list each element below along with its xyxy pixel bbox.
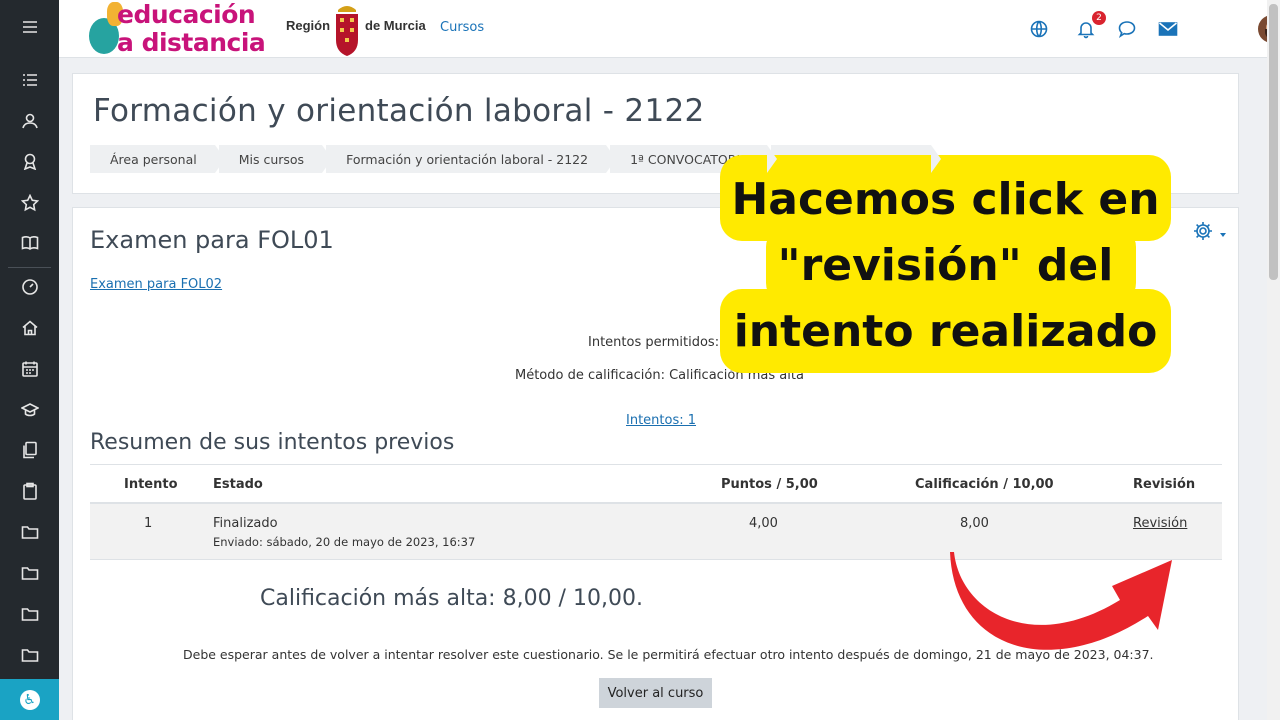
graduation-cap-icon[interactable] bbox=[0, 392, 59, 428]
accessibility-icon: ♿ bbox=[19, 689, 40, 710]
best-grade-text: Calificación más alta: 8,00 / 10,00. bbox=[260, 586, 643, 611]
folder-icon[interactable] bbox=[0, 637, 59, 673]
course-index-icon[interactable] bbox=[0, 62, 59, 98]
competencies-star-icon[interactable] bbox=[0, 185, 59, 221]
pointer-arrow-icon bbox=[950, 552, 1172, 650]
grades-book-icon[interactable] bbox=[0, 225, 59, 261]
files-icon[interactable] bbox=[0, 432, 59, 468]
folder-icon[interactable] bbox=[0, 555, 59, 591]
attempts-link[interactable]: Intentos: 1 bbox=[626, 413, 696, 428]
calendar-icon[interactable] bbox=[0, 351, 59, 387]
region-label-left: Región bbox=[286, 18, 331, 33]
mail-envelope-icon[interactable] bbox=[1158, 19, 1178, 39]
quiz-title: Examen para FOL01 bbox=[90, 226, 334, 254]
breadcrumb-item[interactable]: Formación y orientación laboral - 2122 bbox=[326, 145, 617, 173]
page-scrollbar[interactable] bbox=[1267, 0, 1280, 720]
column-header-review: Revisión bbox=[1133, 477, 1196, 492]
attempt-points: 4,00 bbox=[749, 516, 778, 531]
language-globe-icon[interactable] bbox=[1029, 19, 1049, 39]
menu-toggle-icon[interactable] bbox=[0, 9, 59, 45]
next-quiz-link[interactable]: Examen para FOL02 bbox=[90, 277, 222, 292]
breadcrumb-item[interactable]: Mis cursos bbox=[218, 145, 333, 173]
participants-icon[interactable] bbox=[0, 103, 59, 139]
callout-line: intento realizado bbox=[733, 306, 1158, 357]
site-logo[interactable]: educación a distancia bbox=[89, 0, 279, 58]
column-header-points: Puntos / 5,00 bbox=[721, 477, 818, 492]
top-navbar: educación a distancia Región de Murcia C… bbox=[59, 0, 1280, 58]
logo-line1: educación bbox=[117, 0, 256, 29]
breadcrumb-item[interactable]: Área personal bbox=[90, 145, 225, 173]
attempt-number: 1 bbox=[144, 516, 153, 531]
back-to-course-button[interactable]: Volver al curso bbox=[599, 678, 712, 708]
folder-icon[interactable] bbox=[0, 596, 59, 632]
home-icon[interactable] bbox=[0, 310, 59, 346]
sidebar-divider bbox=[8, 267, 51, 268]
murcia-coat-of-arms-icon bbox=[336, 6, 358, 56]
badges-icon[interactable] bbox=[0, 143, 59, 179]
page-title: Formación y orientación laboral - 2122 bbox=[93, 93, 705, 129]
dashboard-gauge-icon[interactable] bbox=[0, 269, 59, 305]
logo-line2: a distancia bbox=[117, 28, 266, 57]
settings-gear-icon[interactable] bbox=[1192, 220, 1214, 246]
attempts-allowed-text: Intentos permitidos: 3 bbox=[588, 335, 732, 350]
table-header: Intento Estado Puntos / 5,00 Calificació… bbox=[90, 464, 1222, 504]
attempt-submitted: Enviado: sábado, 20 de mayo de 2023, 16:… bbox=[213, 535, 476, 549]
summary-heading: Resumen de sus intentos previos bbox=[90, 430, 455, 455]
scrollbar-thumb[interactable] bbox=[1269, 4, 1278, 280]
instruction-callout: Hacemos click en "revisión" del intento … bbox=[720, 155, 1171, 373]
accessibility-button[interactable]: ♿ bbox=[0, 679, 59, 720]
review-link[interactable]: Revisión bbox=[1133, 516, 1187, 531]
notification-count-badge: 2 bbox=[1092, 11, 1106, 25]
attempt-grade: 8,00 bbox=[960, 516, 989, 531]
callout-line: Hacemos click en bbox=[731, 174, 1160, 225]
callout-text: Hacemos click en "revisión" del intento … bbox=[720, 167, 1171, 365]
column-header-grade: Calificación / 10,00 bbox=[915, 477, 1054, 492]
clipboard-icon[interactable] bbox=[0, 473, 59, 509]
left-sidebar: ♿ bbox=[0, 0, 59, 720]
attempt-state: Finalizado bbox=[213, 516, 278, 531]
nav-link-cursos[interactable]: Cursos bbox=[440, 20, 484, 35]
settings-caret-icon[interactable] bbox=[1220, 233, 1226, 237]
callout-line: "revisión" del bbox=[777, 240, 1114, 291]
messages-chat-icon[interactable] bbox=[1117, 19, 1137, 39]
column-header-state: Estado bbox=[213, 477, 263, 492]
region-label-right: de Murcia bbox=[365, 18, 426, 33]
column-header-attempt: Intento bbox=[124, 477, 178, 492]
folder-icon[interactable] bbox=[0, 514, 59, 550]
